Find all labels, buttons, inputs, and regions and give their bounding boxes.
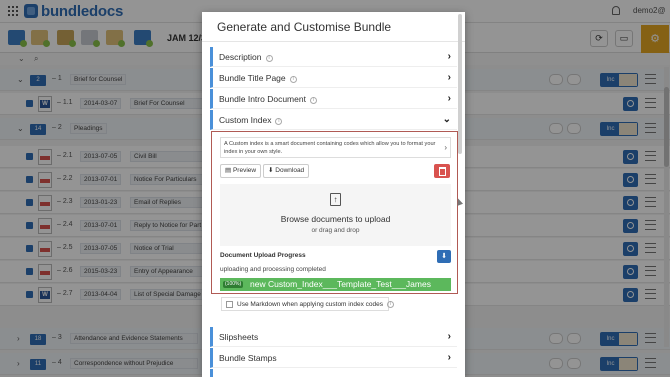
accordion-next-section[interactable] [210,369,457,377]
accordion-slipsheets[interactable]: Slipsheets › [210,327,457,347]
modal-title: Generate and Customise Bundle [217,20,392,34]
uploaded-file-name: new Custom_Index___Template_Test___James [250,279,431,289]
custom-index-description[interactable]: A Custom index is a smart document conta… [220,137,451,158]
upload-progress-bar: (100%) new Custom_Index___Template_Test_… [220,278,451,291]
accordion-bundle-title-page[interactable]: Bundle Title Page i › [210,68,457,88]
preview-button[interactable]: ▤ Preview [220,164,262,178]
download-button[interactable]: ⬇ Download [263,164,310,178]
progress-percent: (100%) [223,281,244,288]
accordion-bundle-stamps[interactable]: Bundle Stamps › [210,348,457,368]
info-icon[interactable]: i [265,55,273,62]
accordion-label: Bundle Title Page i [219,73,297,83]
accordion-label: Description i [219,52,273,62]
info-icon[interactable]: i [289,76,297,83]
accordion-custom-index[interactable]: Custom Index i ⌄ [210,110,457,130]
accordion-label: Bundle Stamps [219,353,277,363]
chevron-right-icon: › [447,51,451,62]
chevron-right-icon[interactable]: › [444,143,447,152]
chevron-right-icon: › [447,352,451,363]
markdown-checkbox[interactable] [226,301,233,308]
chevron-right-icon: › [447,72,451,83]
browse-subtitle: or drag and drop [311,227,360,234]
upload-status: uploading and processing completed [220,266,326,273]
accordion-label: Bundle Intro Document i [219,94,317,104]
accordion-description[interactable]: Description i › [210,47,457,67]
custom-index-panel: A Custom index is a smart document conta… [211,131,458,294]
browse-title: Browse documents to upload [280,214,391,224]
markdown-option[interactable]: Use Markdown when applying custom index … [221,297,394,311]
upload-icon: ↑ [330,193,341,206]
chevron-right-icon: › [447,93,451,104]
chevron-right-icon: › [447,331,451,342]
description-text: A Custom index is a smart document conta… [224,141,436,155]
markdown-label: Use Markdown when applying custom index … [237,301,394,308]
accordion-label: Slipsheets [219,332,259,342]
info-icon[interactable]: i [309,97,317,104]
accordion-bundle-intro-document[interactable]: Bundle Intro Document i › [210,89,457,109]
upload-dropzone[interactable]: ↑ Browse documents to upload or drag and… [220,184,451,246]
delete-icon[interactable] [434,164,450,178]
chevron-down-icon: ⌄ [442,114,451,125]
download-icon[interactable]: ⬇ [437,250,451,263]
upload-progress-title: Document Upload Progress [220,252,306,259]
info-icon[interactable]: i [275,118,283,125]
modal-scrollbar[interactable] [458,14,462,154]
accordion-label: Custom Index i [219,115,283,125]
info-icon[interactable]: i [386,301,394,308]
divider [202,41,465,42]
